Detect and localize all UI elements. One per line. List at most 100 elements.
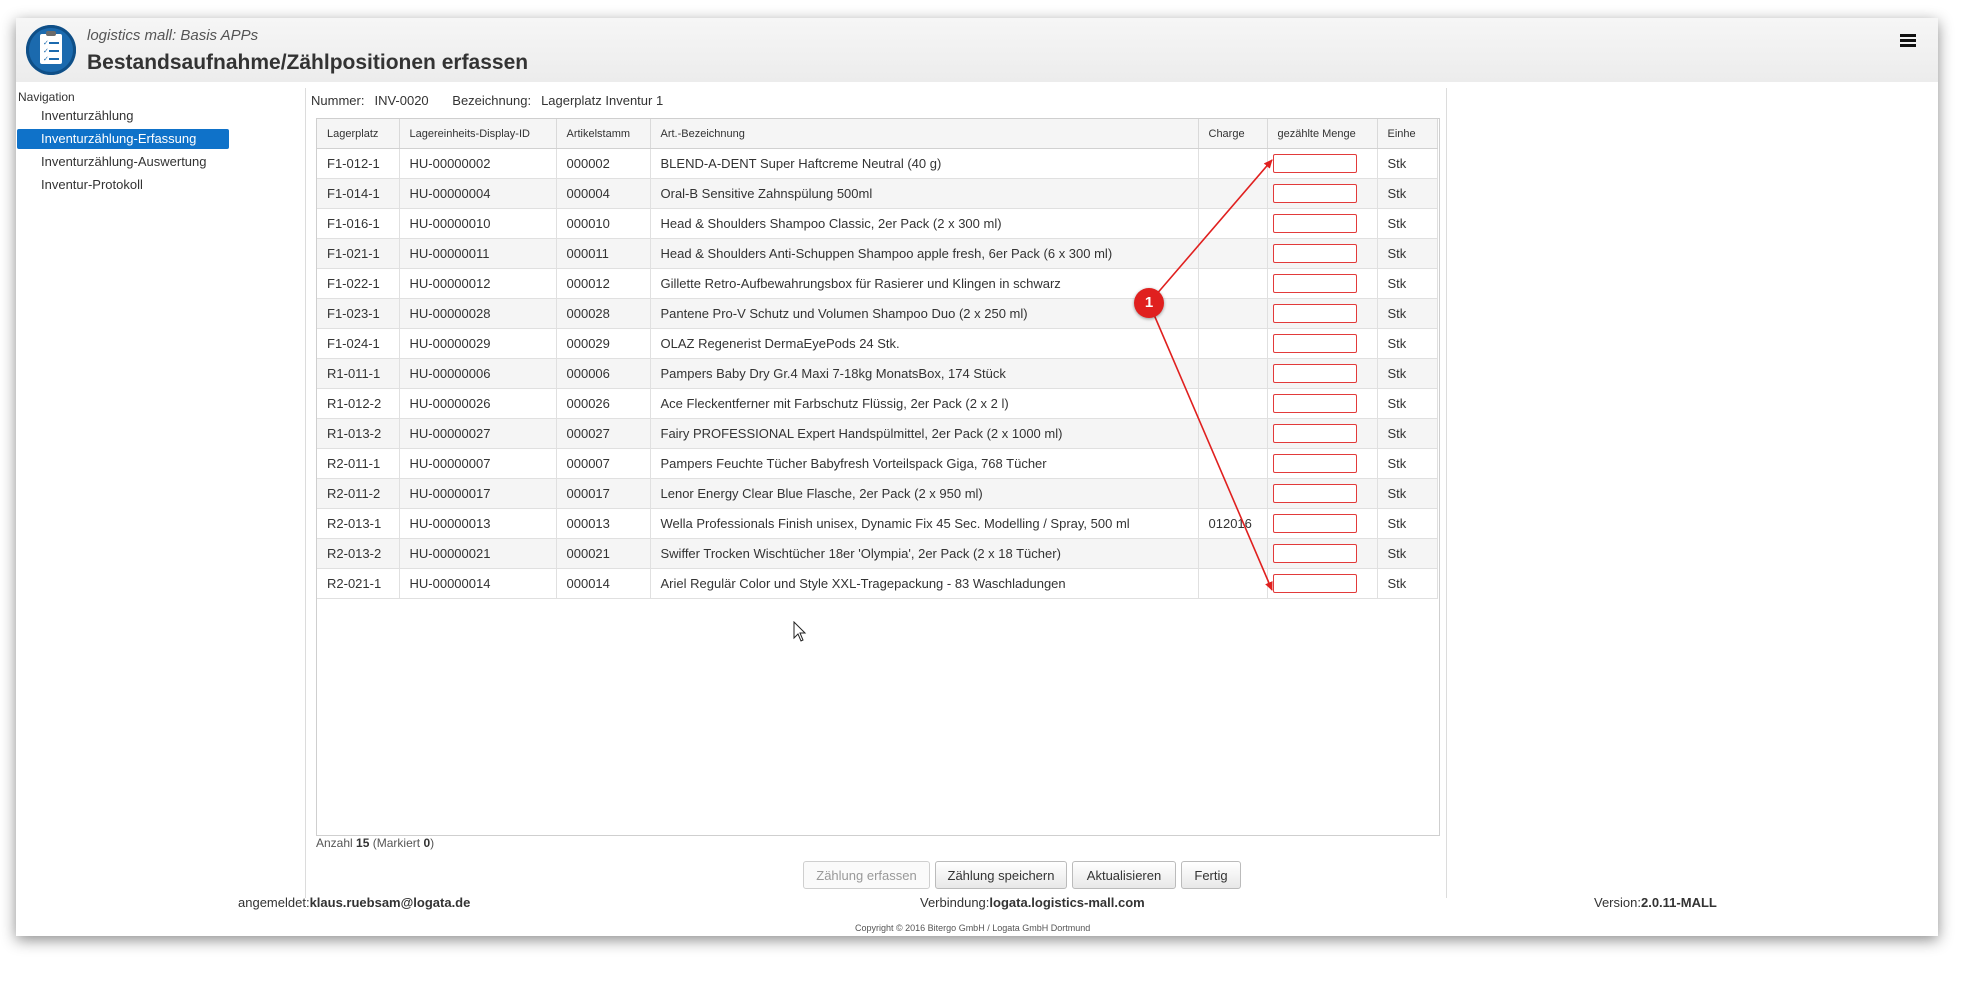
version-label: Version:	[1594, 895, 1641, 910]
zaehlung-speichern-button[interactable]: Zählung speichern	[935, 861, 1067, 889]
count-label: Anzahl	[316, 836, 353, 850]
cell-display-id: HU-00000017	[399, 478, 557, 509]
quantity-input[interactable]	[1272, 544, 1357, 563]
table-row[interactable]: F1-016-1 HU-00000010 000010 Head & Shoulder…	[317, 208, 1438, 239]
quantity-input[interactable]	[1272, 574, 1357, 593]
quantity-input[interactable]	[1272, 424, 1357, 443]
content-divider-left	[305, 88, 306, 898]
table-row[interactable]: R1-012-2 HU-00000026 000026 Ace Fleckentfer…	[317, 388, 1438, 419]
cell-artikelstamm: 000014	[556, 568, 651, 599]
nav-item-inventurzaehlung-erfassung[interactable]: Inventurzählung-Erfassung	[17, 129, 229, 149]
nav-item-inventurzaehlung-auswertung[interactable]: Inventurzählung-Auswertung	[17, 152, 229, 172]
cell-charge	[1198, 358, 1268, 389]
cell-artikelstamm: 000021	[556, 538, 651, 569]
quantity-input[interactable]	[1272, 454, 1357, 473]
cell-gezaehlte-menge	[1267, 178, 1378, 209]
table-row[interactable]: R2-013-1 HU-00000013 000013 Wella Professio…	[317, 508, 1438, 539]
cell-display-id: HU-00000014	[399, 568, 557, 599]
cell-display-id: HU-00000012	[399, 268, 557, 299]
cell-charge	[1198, 448, 1268, 479]
table-header-row: Lagerplatz Lagereinheits-Display-ID Arti…	[317, 119, 1438, 149]
number-label: Nummer:	[311, 93, 365, 108]
column-header-charge[interactable]: Charge	[1198, 119, 1268, 149]
quantity-input[interactable]	[1272, 274, 1357, 293]
cell-artikelstamm: 000012	[556, 268, 651, 299]
table-row[interactable]: R2-021-1 HU-00000014 000014 Ariel Regulär C…	[317, 568, 1438, 599]
table-row[interactable]: F1-022-1 HU-00000012 000012 Gillette Retro-…	[317, 268, 1438, 299]
table-row[interactable]: R2-013-2 HU-00000021 000021 Swiffer Trocken…	[317, 538, 1438, 569]
column-header-gezaehlte-menge[interactable]: gezählte Menge	[1267, 119, 1378, 149]
number-value: INV-0020	[374, 93, 429, 108]
cell-charge	[1198, 568, 1268, 599]
count-positions-grid: Lagerplatz Lagereinheits-Display-ID Arti…	[316, 118, 1440, 836]
cell-einheit: Stk	[1377, 298, 1438, 329]
cell-gezaehlte-menge	[1267, 328, 1378, 359]
cell-lagerplatz: R2-011-2	[317, 478, 400, 509]
quantity-input[interactable]	[1272, 394, 1357, 413]
quantity-input[interactable]	[1272, 334, 1357, 353]
cell-charge	[1198, 418, 1268, 449]
copyright-text: Copyright © 2016 Bitergo GmbH / Logata G…	[855, 923, 1091, 933]
cell-bezeichnung: Lenor Energy Clear Blue Flasche, 2er Pac…	[650, 478, 1199, 509]
cell-gezaehlte-menge	[1267, 358, 1378, 389]
cell-einheit: Stk	[1377, 568, 1438, 599]
cell-display-id: HU-00000028	[399, 298, 557, 329]
content-divider-right	[1446, 88, 1447, 898]
cell-display-id: HU-00000004	[399, 178, 557, 209]
quantity-input[interactable]	[1272, 484, 1357, 503]
aktualisieren-button[interactable]: Aktualisieren	[1072, 861, 1176, 889]
column-header-lagerplatz[interactable]: Lagerplatz	[317, 119, 400, 149]
cell-einheit: Stk	[1377, 418, 1438, 449]
column-header-display-id[interactable]: Lagereinheits-Display-ID	[399, 119, 557, 149]
cell-gezaehlte-menge	[1267, 268, 1378, 299]
cell-artikelstamm: 000027	[556, 418, 651, 449]
cell-lagerplatz: F1-023-1	[317, 298, 400, 329]
cell-lagerplatz: F1-024-1	[317, 328, 400, 359]
cell-bezeichnung: Head & Shoulders Anti-Schuppen Shampoo a…	[650, 238, 1199, 269]
cell-display-id: HU-00000026	[399, 388, 557, 419]
cell-charge	[1198, 208, 1268, 239]
quantity-input[interactable]	[1272, 244, 1357, 263]
cell-charge	[1198, 388, 1268, 419]
table-row[interactable]: F1-014-1 HU-00000004 000004 Oral-B Sensitiv…	[317, 178, 1438, 209]
column-header-artikelstamm[interactable]: Artikelstamm	[556, 119, 651, 149]
nav-item-inventur-protokoll[interactable]: Inventur-Protokoll	[17, 175, 229, 195]
cell-lagerplatz: R2-013-1	[317, 508, 400, 539]
quantity-input[interactable]	[1272, 184, 1357, 203]
cell-charge	[1198, 178, 1268, 209]
cell-bezeichnung: Pampers Baby Dry Gr.4 Maxi 7-18kg Monats…	[650, 358, 1199, 389]
cell-gezaehlte-menge	[1267, 148, 1378, 179]
table-row[interactable]: R1-013-2 HU-00000027 000027 Fairy PROFESSIO…	[317, 418, 1438, 449]
cell-display-id: HU-00000011	[399, 238, 557, 269]
cell-einheit: Stk	[1377, 208, 1438, 239]
navigation-title: Navigation	[18, 90, 75, 104]
cell-einheit: Stk	[1377, 268, 1438, 299]
cell-artikelstamm: 000004	[556, 178, 651, 209]
table-row[interactable]: F1-021-1 HU-00000011 000011 Head & Shoulder…	[317, 238, 1438, 269]
table-row[interactable]: R2-011-2 HU-00000017 000017 Lenor Energy Cl…	[317, 478, 1438, 509]
cell-bezeichnung: OLAZ Regenerist DermaEyePods 24 Stk.	[650, 328, 1199, 359]
cell-bezeichnung: Gillette Retro-Aufbewahrungsbox für Rasi…	[650, 268, 1199, 299]
zaehlung-erfassen-button[interactable]: Zählung erfassen	[803, 861, 930, 889]
row-count: Anzahl 15 (Markiert 0)	[316, 836, 434, 850]
column-header-bezeichnung[interactable]: Art.-Bezeichnung	[650, 119, 1199, 149]
nav-item-inventurzaehlung[interactable]: Inventurzählung	[17, 106, 229, 126]
quantity-input[interactable]	[1272, 364, 1357, 383]
quantity-input[interactable]	[1272, 304, 1357, 323]
cell-bezeichnung: Ace Fleckentferner mit Farbschutz Flüssi…	[650, 388, 1199, 419]
hamburger-menu-icon[interactable]	[1900, 34, 1916, 48]
cell-lagerplatz: F1-012-1	[317, 148, 400, 179]
quantity-input[interactable]	[1272, 514, 1357, 533]
column-header-einheit[interactable]: Einhe	[1377, 119, 1438, 149]
cell-charge	[1198, 298, 1268, 329]
inventory-meta: Nummer: INV-0020 Bezeichnung: Lagerplatz I…	[311, 93, 683, 108]
table-row[interactable]: R2-011-1 HU-00000007 000007 Pampers Feuchte…	[317, 448, 1438, 479]
connection-info: Verbindung:logata.logistics-mall.com	[920, 895, 1145, 910]
fertig-button[interactable]: Fertig	[1181, 861, 1241, 889]
table-row[interactable]: F1-023-1 HU-00000028 000028 Pantene Pro-V S…	[317, 298, 1438, 329]
table-row[interactable]: F1-024-1 HU-00000029 000029 OLAZ Regenerist…	[317, 328, 1438, 359]
table-row[interactable]: F1-012-1 HU-00000002 000002 BLEND-A-DENT Su…	[317, 148, 1438, 179]
quantity-input[interactable]	[1272, 154, 1357, 173]
table-row[interactable]: R1-011-1 HU-00000006 000006 Pampers Baby Dr…	[317, 358, 1438, 389]
quantity-input[interactable]	[1272, 214, 1357, 233]
